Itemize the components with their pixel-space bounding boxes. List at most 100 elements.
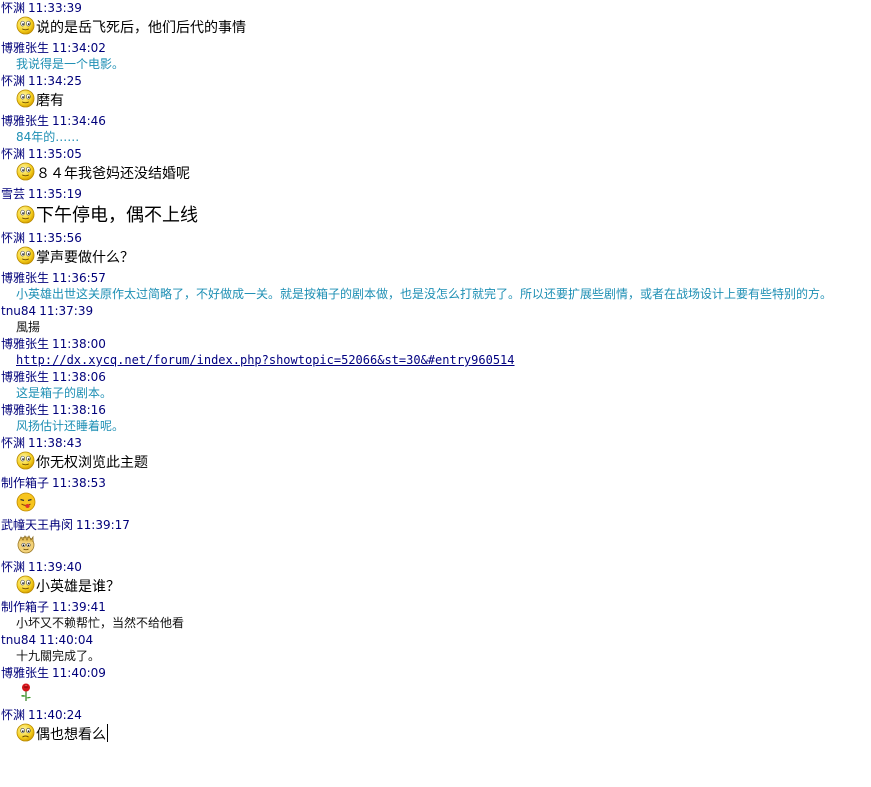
chat-message: tnu84 11:40:04 十九關完成了。 (0, 632, 871, 665)
chat-message: 怀渊 11:35:05 ８４年我爸妈还没结婚呢 (0, 146, 871, 186)
message-timestamp: 11:39:41 (52, 600, 106, 614)
message-body: 偶也想看么 (0, 723, 871, 747)
sender-name: 怀渊 (1, 231, 26, 245)
message-header: 怀渊 11:33:39 (0, 0, 871, 16)
message-body: 我说得是一个电影。 (0, 56, 871, 73)
message-body: 小英雄出世这关原作太过简略了，不好做成一关。就是按箱子的剧本做，也是没怎么打就完… (0, 286, 871, 303)
chat-message: 雪芸 11:35:19 下午停电，偶不上线 (0, 186, 871, 230)
message-timestamp: 11:36:57 (52, 271, 106, 285)
sender-name: 博雅张生 (1, 271, 50, 285)
sender-name: tnu84 (1, 633, 37, 647)
message-text: 小英雄出世这关原作太过简略了，不好做成一关。就是按箱子的剧本做，也是没怎么打就完… (16, 287, 833, 301)
message-header: 博雅张生 11:34:46 (0, 113, 871, 129)
message-text: 小英雄是谁？ (36, 579, 120, 595)
message-header: 制作箱子 11:39:41 (0, 599, 871, 615)
message-text: 下午停电，偶不上线 (36, 205, 198, 226)
message-text: 这是箱子的剧本。 (16, 386, 113, 400)
message-header: 怀渊 11:40:24 (0, 707, 871, 723)
sender-name: 雪芸 (1, 187, 26, 201)
message-timestamp: 11:35:19 (28, 187, 82, 201)
message-header: 怀渊 11:39:40 (0, 559, 871, 575)
message-header: 博雅张生 11:36:57 (0, 270, 871, 286)
chat-message: 怀渊 11:40:24 偶也想看么 (0, 707, 871, 747)
chat-message: 怀渊 11:35:56 掌声要做什么？ (0, 230, 871, 270)
text-cursor (107, 724, 108, 742)
message-timestamp: 11:34:02 (52, 41, 106, 55)
message-timestamp: 11:34:46 (52, 114, 106, 128)
sender-name: 怀渊 (1, 560, 26, 574)
message-body: http://dx.xycq.net/forum/index.php?showt… (0, 352, 871, 369)
chat-message: tnu84 11:37:39 風揚 (0, 303, 871, 336)
message-timestamp: 11:35:56 (28, 231, 82, 245)
hairy-monster-face-icon (16, 534, 36, 554)
message-text: 風揚 (16, 320, 41, 334)
sender-name: 怀渊 (1, 1, 26, 15)
message-header: 雪芸 11:35:19 (0, 186, 871, 202)
chat-message: 博雅张生 11:34:46 84年的…… (0, 113, 871, 146)
sender-name: 博雅张生 (1, 666, 50, 680)
sender-name: 怀渊 (1, 147, 26, 161)
chat-message: 怀渊 11:34:25 磨有 (0, 73, 871, 113)
message-timestamp: 11:40:09 (52, 666, 106, 680)
message-text: 小坏又不赖帮忙，当然不给他看 (16, 616, 185, 630)
message-header: 怀渊 11:35:56 (0, 230, 871, 246)
chat-message: 制作箱子 11:38:53 (0, 475, 871, 517)
message-timestamp: 11:38:43 (28, 436, 82, 450)
message-body: 这是箱子的剧本。 (0, 385, 871, 402)
message-body: 小坏又不赖帮忙，当然不给他看 (0, 615, 871, 632)
smiley-face-icon (16, 162, 35, 181)
message-header: 博雅张生 11:34:02 (0, 40, 871, 56)
message-text: 84年的…… (16, 130, 80, 144)
chat-message: 怀渊 11:33:39 说的是岳飞死后，他们后代的事情 (0, 0, 871, 40)
message-timestamp: 11:38:16 (52, 403, 106, 417)
message-header: tnu84 11:37:39 (0, 303, 871, 319)
tongue-wink-face-icon (16, 492, 36, 512)
chat-message: 武幢天王冉闵 11:39:17 (0, 517, 871, 559)
message-body: 你无权浏览此主题 (0, 451, 871, 475)
message-body: 说的是岳飞死后，他们后代的事情 (0, 16, 871, 40)
smiley-face-icon (16, 451, 35, 470)
message-body: 风扬估计还睡着呢。 (0, 418, 871, 435)
message-header: 制作箱子 11:38:53 (0, 475, 871, 491)
message-header: 博雅张生 11:40:09 (0, 665, 871, 681)
message-body (0, 491, 871, 517)
smiley-face-icon (16, 575, 35, 594)
message-body: 掌声要做什么？ (0, 246, 871, 270)
sender-name: 武幢天王冉闵 (1, 518, 74, 532)
message-timestamp: 11:37:39 (39, 304, 94, 318)
message-text: 你无权浏览此主题 (36, 455, 148, 471)
smiley-face-icon (16, 16, 35, 35)
chat-message: 博雅张生 11:40:09 (0, 665, 871, 707)
message-text: ８４年我爸妈还没结婚呢 (36, 166, 190, 182)
message-header: 怀渊 11:38:43 (0, 435, 871, 451)
message-timestamp: 11:39:17 (76, 518, 130, 532)
sender-name: 博雅张生 (1, 370, 50, 384)
sender-name: tnu84 (1, 304, 37, 318)
message-timestamp: 11:38:00 (52, 337, 106, 351)
smiley-face-icon (16, 89, 35, 108)
message-timestamp: 11:34:25 (28, 74, 82, 88)
message-body: 磨有 (0, 89, 871, 113)
rose-icon (16, 682, 36, 702)
chat-message: 博雅张生 11:36:57 小英雄出世这关原作太过简略了，不好做成一关。就是按箱子的… (0, 270, 871, 303)
message-body: 風揚 (0, 319, 871, 336)
message-timestamp: 11:33:39 (28, 1, 82, 15)
message-link[interactable]: http://dx.xycq.net/forum/index.php?showt… (16, 353, 515, 367)
smiley-face-icon (16, 246, 35, 265)
message-timestamp: 11:38:53 (52, 476, 106, 490)
sender-name: 怀渊 (1, 74, 26, 88)
message-header: 武幢天王冉闵 11:39:17 (0, 517, 871, 533)
message-text: 说的是岳飞死后，他们后代的事情 (36, 20, 246, 36)
message-text: 磨有 (36, 93, 64, 109)
message-timestamp: 11:38:06 (52, 370, 106, 384)
chat-message: 博雅张生 11:34:02 我说得是一个电影。 (0, 40, 871, 73)
message-header: 博雅张生 11:38:16 (0, 402, 871, 418)
message-header: 怀渊 11:35:05 (0, 146, 871, 162)
chat-message: 博雅张生 11:38:16 风扬估计还睡着呢。 (0, 402, 871, 435)
sender-name: 博雅张生 (1, 114, 50, 128)
message-text: 风扬估计还睡着呢。 (16, 419, 125, 433)
sender-name: 博雅张生 (1, 403, 50, 417)
message-body (0, 533, 871, 559)
sender-name: 怀渊 (1, 436, 26, 450)
message-header: 博雅张生 11:38:00 (0, 336, 871, 352)
